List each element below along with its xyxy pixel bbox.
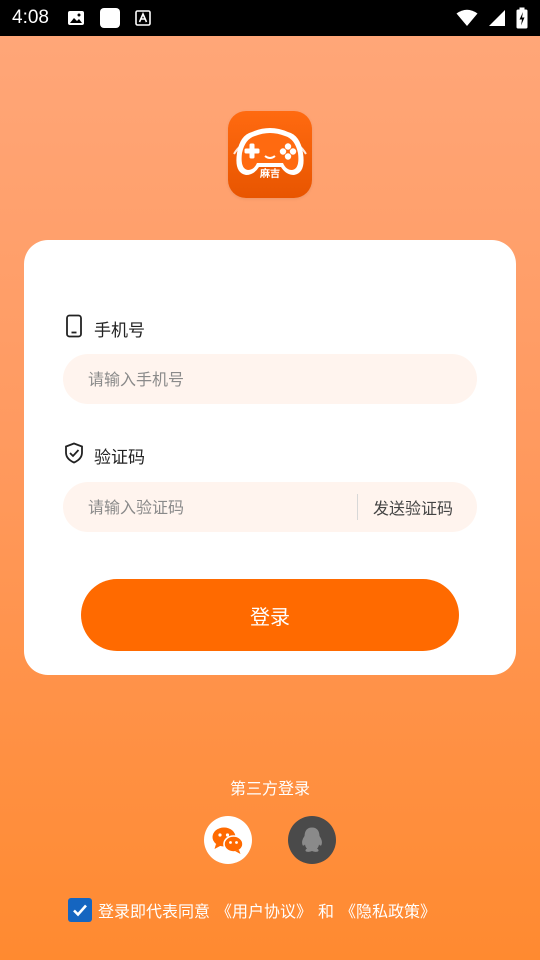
- wechat-login-button[interactable]: [204, 816, 252, 864]
- wifi-icon: [456, 9, 478, 27]
- phone-input[interactable]: [63, 354, 477, 404]
- wechat-icon: [212, 827, 244, 854]
- qq-icon: [302, 827, 322, 852]
- code-input[interactable]: [63, 482, 357, 532]
- agreement-row: 登录即代表同意 《用户协议》 和 《隐私政策》: [68, 892, 528, 928]
- third-party-title: 第三方登录: [229, 779, 310, 798]
- agreement-conjunction: 和: [318, 902, 335, 921]
- signal-icon: [488, 9, 506, 27]
- a-text-icon: [135, 10, 151, 26]
- checkmark-icon: [73, 904, 87, 917]
- status-icons-left: [67, 7, 151, 29]
- code-label-text: 验证码: [94, 448, 145, 468]
- status-icons-right: [456, 7, 528, 29]
- shield-check-icon: [64, 442, 84, 469]
- phone-input-wrap: [63, 354, 477, 404]
- privacy-policy-link[interactable]: 《隐私政策》: [340, 898, 436, 922]
- logo-text: 麻吉: [259, 167, 280, 180]
- agreement-prefix: 登录即代表同意: [98, 902, 211, 921]
- phone-label-text: 手机号: [94, 321, 145, 341]
- phone-label: 手机号: [64, 314, 145, 343]
- phone-icon: [64, 314, 84, 343]
- send-code-button[interactable]: 发送验证码: [358, 495, 477, 519]
- login-card: 手机号 验证码 发送验证码 登录: [24, 240, 516, 675]
- code-label: 验证码: [64, 442, 145, 469]
- gamepad-icon: 麻吉: [233, 128, 307, 180]
- code-input-wrap: 发送验证码: [63, 482, 477, 532]
- white-square-icon: [99, 7, 121, 29]
- login-button[interactable]: 登录: [81, 579, 459, 651]
- battery-icon: [516, 7, 528, 29]
- status-time: 4:08: [12, 7, 49, 28]
- image-icon: [67, 10, 85, 26]
- qq-login-button[interactable]: [288, 816, 336, 864]
- app-logo: 麻吉: [228, 111, 312, 198]
- agreement-checkbox[interactable]: [68, 898, 92, 922]
- status-bar: 4:08: [0, 0, 540, 36]
- user-agreement-link[interactable]: 《用户协议》: [216, 898, 312, 922]
